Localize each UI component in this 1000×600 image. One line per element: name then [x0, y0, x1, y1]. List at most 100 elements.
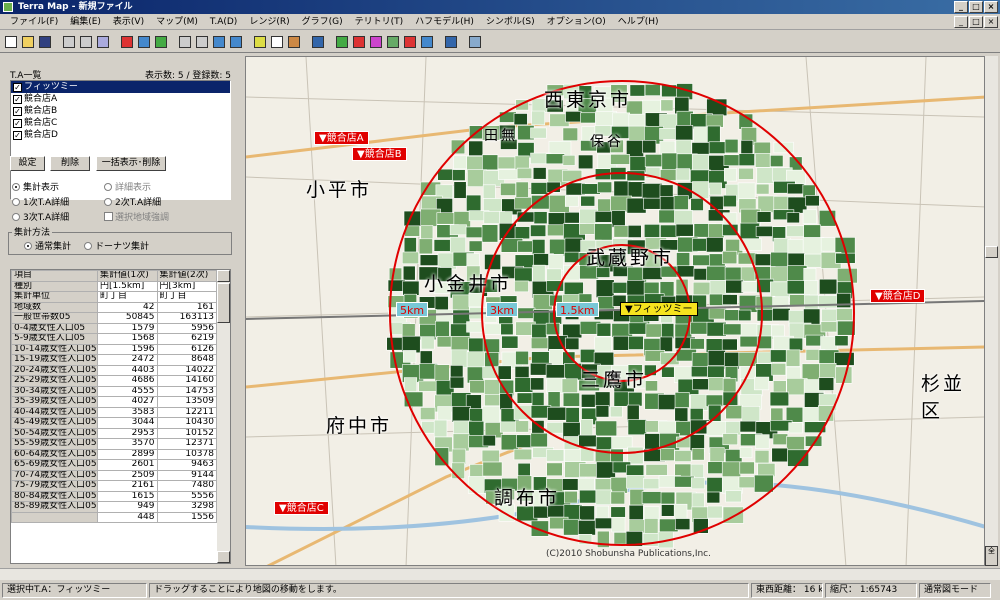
bulk-toggle-delete-button[interactable]: 一括表示･削除	[96, 156, 166, 171]
radio-ta3-detail[interactable]: 3次T.A詳細	[12, 210, 69, 223]
ta-list-item[interactable]: ✓ 競合店B	[11, 105, 230, 117]
pencil-icon[interactable]	[286, 34, 302, 50]
ta-list-item[interactable]: ✓ 競合店A	[11, 93, 230, 105]
zoom-in-icon[interactable]	[211, 34, 227, 50]
flag-icon[interactable]	[252, 34, 268, 50]
choropleth-area	[739, 335, 759, 348]
window-icon-glyph	[469, 35, 481, 48]
zoom-all-button[interactable]: 全	[985, 546, 998, 566]
store-marker-b[interactable]: ▼競合店B	[352, 147, 407, 161]
menu-item[interactable]: マップ(M)	[150, 14, 204, 30]
mdi-restore-button[interactable]: □	[969, 16, 983, 28]
choropleth-area	[819, 278, 838, 295]
ta-list-item[interactable]: ✓ 競合店D	[11, 129, 230, 141]
select-icon[interactable]	[61, 34, 77, 50]
map-scrollbar[interactable]: 全	[985, 56, 998, 566]
ta-checkbox[interactable]: ✓	[13, 130, 22, 140]
maximize-button[interactable]: □	[969, 1, 983, 13]
marker-icon[interactable]	[310, 34, 326, 50]
menu-item[interactable]: ファイル(F)	[4, 14, 64, 30]
mdi-close-button[interactable]: ×	[984, 16, 998, 28]
list-icon-glyph	[445, 35, 457, 48]
store-label: 競合店D	[882, 291, 921, 302]
scroll-up-button[interactable]	[217, 270, 230, 282]
delete-grid-icon[interactable]	[402, 34, 418, 50]
hand-icon[interactable]	[78, 34, 94, 50]
ta-checkbox[interactable]: ✓	[13, 118, 22, 128]
menu-item[interactable]: シンボル(S)	[480, 14, 541, 30]
store-marker-c[interactable]: ▼競合店C	[274, 501, 329, 515]
close-button[interactable]: ×	[984, 1, 998, 13]
new-file-icon-glyph	[5, 35, 17, 48]
radio-ta2-detail[interactable]: 2次T.A詳細	[104, 195, 161, 208]
menu-item[interactable]: テリトリ(T)	[349, 14, 410, 30]
color-icon[interactable]	[368, 34, 384, 50]
table-cell: 65-69歳女性人口05	[11, 459, 98, 471]
radio-normal-summary[interactable]: 通常集計	[24, 239, 71, 252]
ta-checkbox[interactable]: ✓	[13, 106, 22, 116]
choropleth-area	[738, 167, 754, 180]
choropleth-area	[709, 182, 722, 196]
ta-list-item[interactable]: ✓ フィッツミー	[11, 81, 230, 93]
menu-item[interactable]: T.A(D)	[204, 14, 243, 30]
choropleth-area	[819, 363, 837, 380]
choropleth-area	[609, 406, 623, 418]
open-icon[interactable]	[20, 34, 36, 50]
choropleth-area	[644, 84, 661, 96]
menu-item[interactable]: オプション(O)	[541, 14, 612, 30]
choropleth-area	[420, 407, 436, 420]
choropleth-area	[433, 419, 448, 438]
radio-donut-summary[interactable]: ドーナツ集計	[84, 239, 149, 252]
pin-icon[interactable]	[177, 34, 193, 50]
list-icon[interactable]	[443, 34, 459, 50]
map-scroll-thumb[interactable]	[985, 246, 998, 258]
circle-icon[interactable]	[119, 34, 135, 50]
menu-item[interactable]: レンジ(R)	[243, 14, 295, 30]
store-marker-a[interactable]: ▼競合店A	[314, 131, 369, 145]
choropleth-area	[837, 268, 858, 284]
radio-dot	[24, 241, 32, 250]
table-row: 10-14歳女性人口05 1596 6126	[11, 343, 217, 355]
menu-item[interactable]: ヘルプ(H)	[612, 14, 665, 30]
choropleth-area	[708, 308, 727, 320]
search-icon[interactable]	[194, 34, 210, 50]
scroll-thumb[interactable]	[217, 283, 230, 323]
choropleth-area	[402, 265, 416, 281]
choropleth-area	[737, 182, 756, 202]
grid-icon[interactable]	[385, 34, 401, 50]
zoom-icon[interactable]	[95, 34, 111, 50]
new-file-icon[interactable]	[3, 34, 19, 50]
ta-checkbox[interactable]: ✓	[13, 94, 22, 104]
zoom-out-icon[interactable]	[228, 34, 244, 50]
ta-checkbox[interactable]: ✓	[13, 82, 22, 92]
radio-summary[interactable]: 集計表示	[12, 180, 59, 193]
map-canvas[interactable]: 西東京市 小平市 小金井市 武蔵野市 三鷹市 府中市 調布市 杉並区 田無 保谷…	[245, 56, 985, 566]
scroll-down-button[interactable]	[217, 551, 230, 563]
graph-icon[interactable]	[153, 34, 169, 50]
radio-ta1-detail[interactable]: 1次T.A詳細	[12, 195, 69, 208]
menu-item[interactable]: グラフ(G)	[296, 14, 349, 30]
table-icon[interactable]	[136, 34, 152, 50]
chart-icon[interactable]	[419, 34, 435, 50]
save-icon[interactable]	[37, 34, 53, 50]
delete-layer-icon[interactable]	[351, 34, 367, 50]
menu-item[interactable]: 表示(V)	[107, 14, 150, 30]
mdi-minimize-button[interactable]: _	[954, 16, 968, 28]
ta-item-label: 競合店C	[24, 118, 58, 128]
store-marker-d[interactable]: ▼競合店D	[870, 289, 926, 303]
table-scrollbar[interactable]	[217, 270, 230, 563]
center-store-marker[interactable]: ▼フィッツミー	[620, 302, 698, 316]
choropleth-area	[595, 279, 615, 298]
minimize-button[interactable]: _	[954, 1, 968, 13]
ta-list-item[interactable]: ✓ 競合店C	[11, 117, 230, 129]
horizontal-scrollbar[interactable]	[0, 568, 1000, 580]
menu-item[interactable]: ハフモデル(H)	[409, 14, 480, 30]
choropleth-area	[786, 436, 805, 452]
delete-button[interactable]: 削除	[50, 156, 90, 171]
window-icon[interactable]	[467, 34, 483, 50]
choropleth-area	[724, 168, 737, 182]
menu-item[interactable]: 編集(E)	[64, 14, 107, 30]
clock-icon[interactable]	[269, 34, 285, 50]
settings-button[interactable]: 設定	[10, 156, 45, 171]
layer-icon[interactable]	[334, 34, 350, 50]
